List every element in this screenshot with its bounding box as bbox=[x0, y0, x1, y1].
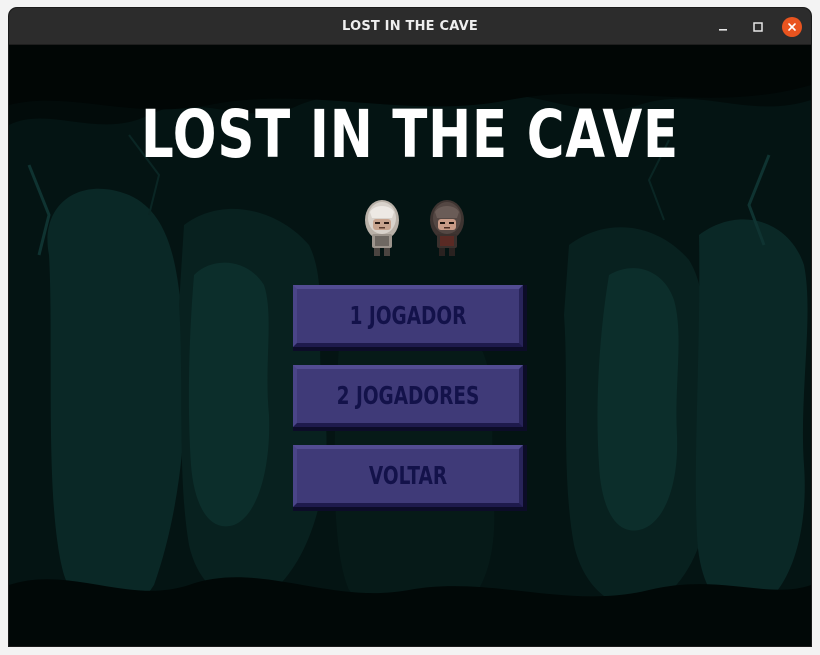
close-button[interactable] bbox=[782, 17, 802, 37]
maximize-button[interactable] bbox=[748, 17, 768, 37]
two-players-button[interactable]: 2 JOGADORES bbox=[293, 365, 527, 431]
window-title: LOST IN THE CAVE bbox=[342, 19, 478, 34]
title-bar[interactable]: LOST IN THE CAVE bbox=[9, 8, 811, 45]
game-title: LOST IN THE CAVE bbox=[141, 96, 679, 173]
game-canvas[interactable]: LOST IN THE CAVE 1 JOGADOR 2 JOGADORES V… bbox=[9, 45, 811, 646]
one-player-button[interactable]: 1 JOGADOR bbox=[293, 285, 527, 351]
close-icon bbox=[788, 23, 796, 31]
minimize-button[interactable] bbox=[713, 17, 733, 37]
maximize-icon bbox=[753, 22, 763, 32]
button-label: VOLTAR bbox=[368, 461, 448, 490]
character-sprite-icon bbox=[427, 198, 467, 260]
button-label: 2 JOGADORES bbox=[336, 381, 480, 410]
game-window: LOST IN THE CAVE LOST IN THE CAVE 1 JOGA… bbox=[9, 8, 811, 646]
button-label: 1 JOGADOR bbox=[349, 301, 467, 330]
back-button[interactable]: VOLTAR bbox=[293, 445, 527, 511]
character-sprite-icon bbox=[362, 198, 402, 260]
minimize-icon bbox=[719, 29, 727, 31]
